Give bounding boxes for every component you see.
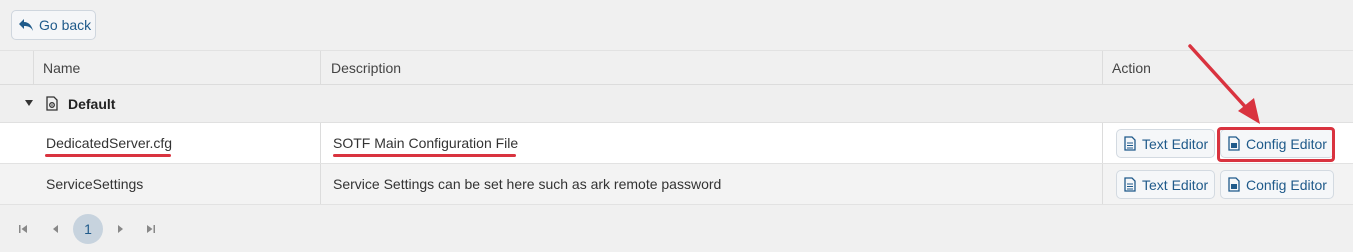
document-icon	[1124, 136, 1136, 151]
description-cell: Service Settings can be set here such as…	[320, 164, 1102, 204]
file-name-cell: ServiceSettings	[33, 164, 320, 204]
toolbar: Go back	[0, 0, 1353, 50]
annotation-underline-filename	[45, 154, 171, 157]
page-number-button[interactable]: 1	[73, 214, 103, 244]
group-row-default[interactable]: Default	[0, 85, 1353, 123]
next-page-icon[interactable]	[111, 206, 129, 252]
go-back-label: Go back	[39, 17, 92, 33]
pagination: 1	[0, 206, 1353, 252]
annotation-highlight-box	[1217, 127, 1335, 162]
settings-file-icon	[45, 96, 59, 111]
caret-down-icon[interactable]	[24, 98, 34, 108]
text-editor-button[interactable]: Text Editor	[1116, 129, 1215, 158]
annotation-underline-description	[333, 154, 516, 157]
file-description: SOTF Main Configuration File	[333, 135, 519, 151]
grid-header: Name Description Action	[0, 50, 1353, 85]
text-editor-button[interactable]: Text Editor	[1116, 170, 1215, 199]
file-name-cell: DedicatedServer.cfg	[33, 123, 320, 163]
document-icon	[1124, 177, 1136, 192]
column-header-description[interactable]: Description	[320, 51, 1102, 84]
config-editor-label: Config Editor	[1246, 176, 1327, 193]
column-header-action[interactable]: Action	[1102, 51, 1353, 84]
last-page-icon[interactable]	[142, 206, 160, 252]
file-description: Service Settings can be set here such as…	[333, 176, 722, 192]
column-description-label: Description	[331, 59, 402, 76]
text-editor-label: Text Editor	[1142, 135, 1209, 152]
table-row: DedicatedServer.cfg SOTF Main Configurat…	[0, 123, 1353, 164]
table-row: ServiceSettings Service Settings can be …	[0, 164, 1353, 205]
previous-page-icon[interactable]	[47, 206, 65, 252]
text-editor-label: Text Editor	[1142, 176, 1209, 193]
group-label: Default	[68, 95, 116, 112]
go-back-button[interactable]: Go back	[11, 10, 96, 40]
description-cell: SOTF Main Configuration File	[320, 123, 1102, 163]
back-arrow-icon	[18, 18, 34, 32]
config-editor-button[interactable]: Config Editor	[1220, 170, 1334, 199]
file-grid: Name Description Action Default Dedicate…	[0, 50, 1353, 205]
column-name-label: Name	[43, 59, 81, 76]
config-document-icon	[1228, 177, 1240, 192]
file-name: ServiceSettings	[46, 176, 144, 192]
first-page-icon[interactable]	[14, 206, 32, 252]
column-action-label: Action	[1112, 59, 1151, 76]
column-header-name[interactable]: Name	[33, 51, 320, 84]
file-name: DedicatedServer.cfg	[46, 135, 173, 151]
